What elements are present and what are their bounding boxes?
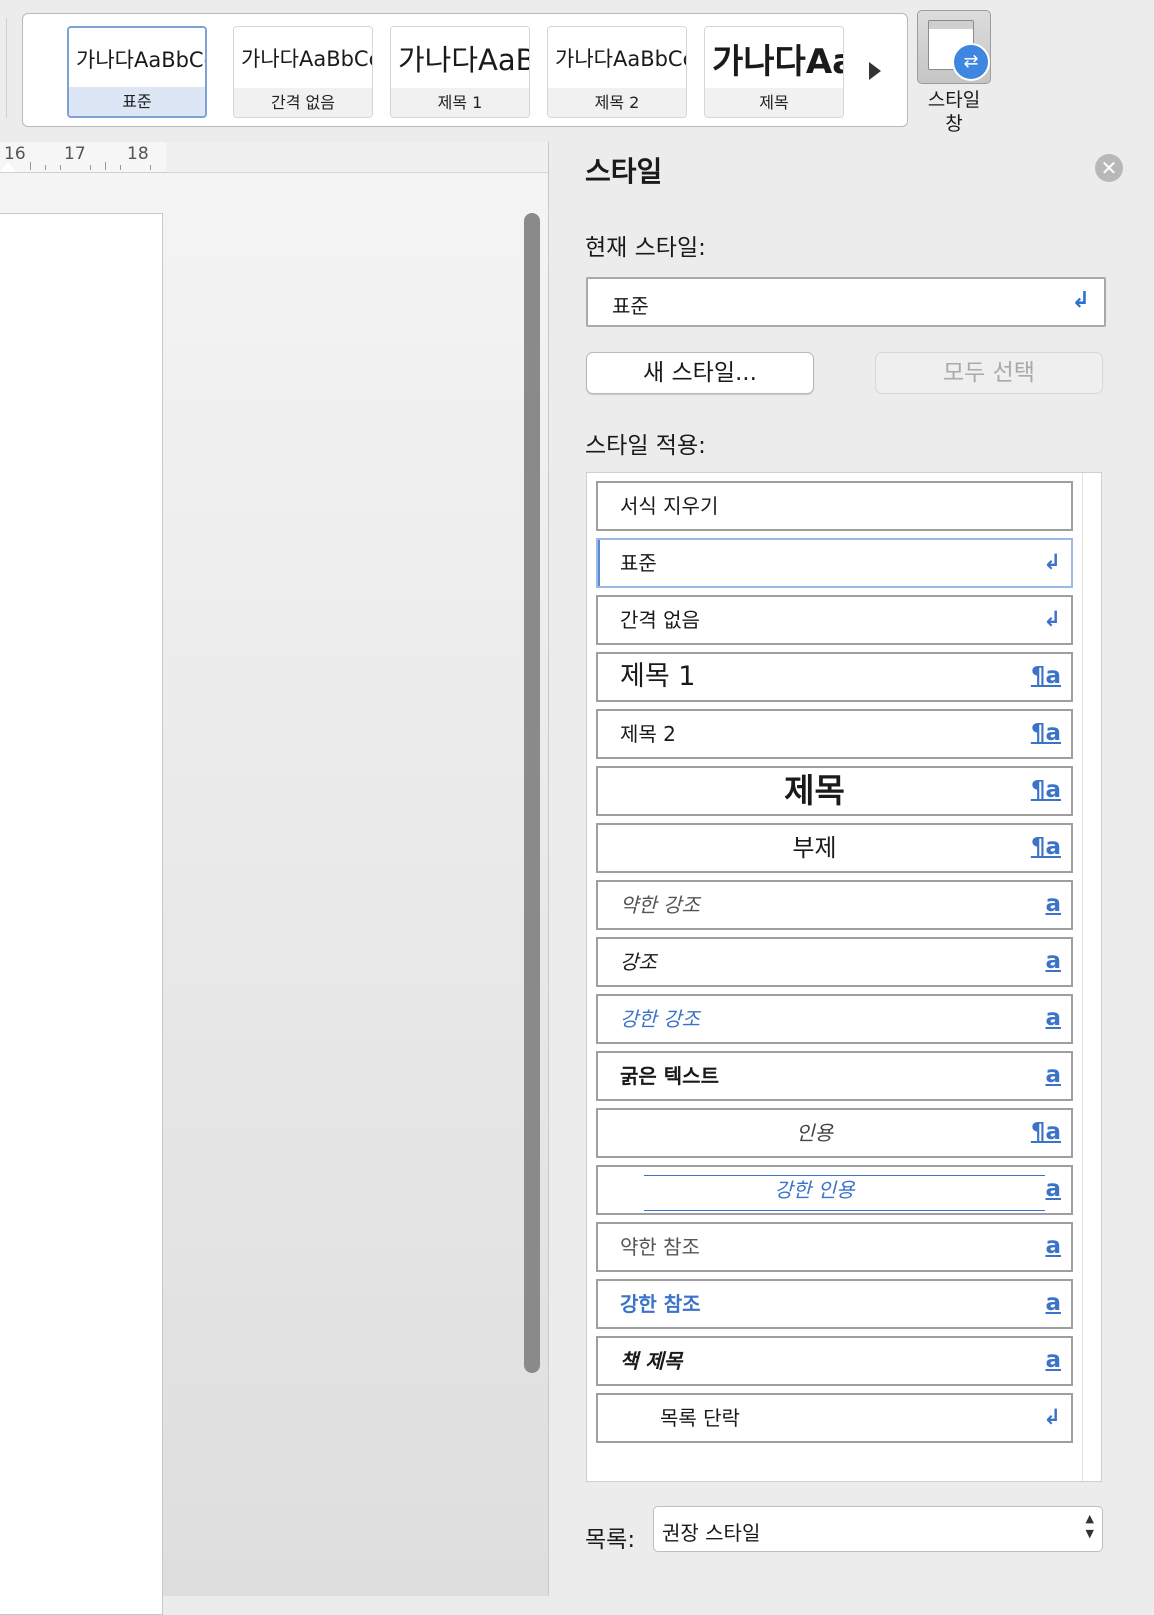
gallery-caption: 제목 2	[548, 88, 686, 117]
style-row-subtle-reference[interactable]: 약한 참조 a	[596, 1222, 1073, 1272]
current-style-label: 현재 스타일:	[585, 235, 706, 261]
ruler-number: 16	[4, 144, 26, 164]
style-list[interactable]: 서식 지우기 표준 ↲ 간격 없음 ↲ 제목 1 ¶a 제목 2 ¶a 제목 ¶…	[586, 472, 1102, 1482]
gallery-preview: 가나다AaB	[391, 27, 529, 90]
linked-style-icon: ¶a	[1030, 1119, 1061, 1145]
style-name: 부제	[792, 834, 837, 862]
gallery-preview: 가나다AaBbCc	[234, 27, 372, 90]
style-row-intense-reference[interactable]: 강한 참조 a	[596, 1279, 1073, 1329]
ruler-background	[166, 142, 548, 173]
ribbon-divider	[6, 18, 7, 118]
list-filter-label: 목록:	[585, 1527, 636, 1553]
gallery-item-heading-1[interactable]: 가나다AaB 제목 1	[390, 26, 530, 118]
style-name: 제목 2	[620, 722, 676, 746]
character-style-icon: a	[1045, 1290, 1061, 1316]
style-row-list-paragraph[interactable]: 목록 단락 ↲	[596, 1393, 1073, 1443]
style-name: 표준	[620, 551, 657, 575]
select-all-button[interactable]: 모두 선택	[875, 352, 1103, 394]
document-page[interactable]	[0, 213, 163, 1615]
gallery-preview: 가나다Aa	[705, 27, 843, 90]
style-row-intense-quote[interactable]: 강한 인용 a	[596, 1165, 1073, 1215]
gallery-next-arrow-icon[interactable]	[869, 62, 881, 80]
gallery-preview: 가나다AaBbCc	[548, 27, 686, 90]
apply-style-label: 스타일 적용:	[585, 433, 706, 459]
gallery-caption: 제목	[705, 88, 843, 117]
styles-pane-button[interactable]: ⇄ 스타일 창	[916, 10, 992, 136]
linked-style-icon: ¶a	[1030, 777, 1061, 803]
paragraph-style-icon: ↲	[1043, 607, 1061, 631]
gallery-caption: 표준	[69, 87, 205, 116]
gallery-item-normal[interactable]: 가나다AaBbCc 표준	[67, 26, 207, 118]
gallery-item-no-spacing[interactable]: 가나다AaBbCc 간격 없음	[233, 26, 373, 118]
style-name: 약한 강조	[620, 893, 700, 917]
styles-pane-label-2: 창	[945, 113, 963, 135]
ruler-number: 18	[127, 144, 149, 164]
character-style-icon: a	[1045, 948, 1061, 974]
character-style-icon: a	[1045, 1176, 1061, 1202]
style-name: 굵은 텍스트	[620, 1064, 719, 1088]
style-name: 강한 강조	[620, 1007, 700, 1031]
style-name: 강한 인용	[774, 1178, 855, 1202]
style-name: 인용	[796, 1121, 833, 1145]
style-row-normal[interactable]: 표준 ↲	[596, 538, 1073, 588]
style-row-heading-2[interactable]: 제목 2 ¶a	[596, 709, 1073, 759]
gallery-item-title[interactable]: 가나다Aa 제목	[704, 26, 844, 118]
style-name: 약한 참조	[620, 1235, 700, 1259]
style-name: 목록 단락	[660, 1406, 740, 1430]
close-icon: ✕	[1100, 156, 1118, 180]
style-name: 강한 참조	[620, 1292, 701, 1316]
new-style-button[interactable]: 새 스타일...	[586, 352, 814, 394]
style-row-subtitle[interactable]: 부제 ¶a	[596, 823, 1073, 873]
style-name: 강조	[620, 950, 657, 974]
current-style-field[interactable]: 표준 ↲	[586, 277, 1106, 327]
style-row-title[interactable]: 제목 ¶a	[596, 766, 1073, 816]
style-row-emphasis[interactable]: 강조 a	[596, 937, 1073, 987]
paragraph-style-icon: ↲	[1043, 550, 1061, 574]
style-gallery: 가나다AaBbCc 표준 가나다AaBbCc 간격 없음 가나다AaB 제목 1…	[22, 13, 908, 127]
vertical-scrollbar[interactable]	[524, 213, 540, 1373]
close-panel-button[interactable]: ✕	[1095, 154, 1123, 182]
character-style-icon: a	[1045, 1062, 1061, 1088]
linked-style-icon: ¶a	[1030, 663, 1061, 689]
gallery-caption: 간격 없음	[234, 88, 372, 117]
styles-pane-label-1: 스타일	[927, 89, 981, 111]
style-row-no-spacing[interactable]: 간격 없음 ↲	[596, 595, 1073, 645]
style-row-heading-1[interactable]: 제목 1 ¶a	[596, 652, 1073, 702]
style-name: 서식 지우기	[620, 494, 719, 518]
paragraph-style-icon: ↲	[1071, 288, 1090, 313]
styles-panel: 스타일 ✕ 현재 스타일: 표준 ↲ 새 스타일... 모두 선택 스타일 적용…	[548, 142, 1154, 1596]
linked-style-icon: ¶a	[1030, 720, 1061, 746]
character-style-icon: a	[1045, 1005, 1061, 1031]
horizontal-ruler: 16 17 18	[0, 142, 167, 173]
ribbon: 가나다AaBbCc 표준 가나다AaBbCc 간격 없음 가나다AaB 제목 1…	[0, 0, 1154, 143]
updown-chevron-icon: ▲ ▼	[1085, 1512, 1094, 1540]
style-row-book-title[interactable]: 책 제목 a	[596, 1336, 1073, 1386]
document-canvas	[0, 173, 548, 1615]
style-row-subtle-emphasis[interactable]: 약한 강조 a	[596, 880, 1073, 930]
style-name: 제목	[784, 771, 845, 810]
list-filter-select[interactable]: 권장 스타일 ▲ ▼	[653, 1506, 1103, 1552]
style-name: 간격 없음	[620, 608, 700, 632]
list-filter-value: 권장 스타일	[662, 1521, 761, 1545]
character-style-icon: a	[1045, 1347, 1061, 1373]
style-row-strong[interactable]: 굵은 텍스트 a	[596, 1051, 1073, 1101]
current-style-value: 표준	[612, 294, 649, 318]
style-row-quote[interactable]: 인용 ¶a	[596, 1108, 1073, 1158]
character-style-icon: a	[1045, 1233, 1061, 1259]
paragraph-style-icon: ↲	[1043, 1405, 1061, 1429]
style-name: 제목 1	[620, 661, 696, 692]
ruler-number: 17	[64, 144, 86, 164]
panel-title: 스타일	[585, 155, 663, 188]
style-row-clear-formatting[interactable]: 서식 지우기	[596, 481, 1073, 531]
style-row-intense-emphasis[interactable]: 강한 강조 a	[596, 994, 1073, 1044]
styles-pane-icon: ⇄	[917, 10, 991, 84]
style-name: 책 제목	[620, 1349, 683, 1373]
character-style-icon: a	[1045, 891, 1061, 917]
linked-style-icon: ¶a	[1030, 834, 1061, 860]
gallery-preview: 가나다AaBbCc	[69, 28, 205, 91]
gallery-caption: 제목 1	[391, 88, 529, 117]
gallery-item-heading-2[interactable]: 가나다AaBbCc 제목 2	[547, 26, 687, 118]
